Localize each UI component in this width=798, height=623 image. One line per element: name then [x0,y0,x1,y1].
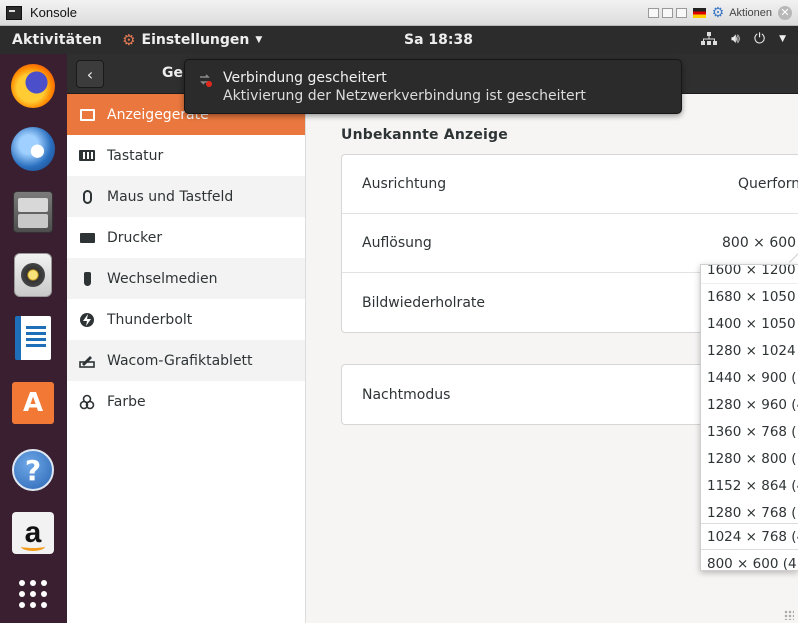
chevron-left-icon: ‹ [86,64,94,84]
notification-title: Verbindung gescheitert [223,70,387,86]
dock-item-writer[interactable] [11,316,55,360]
usb-icon [79,271,95,287]
power-icon: ⏻ [754,31,766,47]
display-icon [79,107,95,123]
sidebar-item-printers[interactable]: Drucker [67,217,305,258]
refresh-rate-label: Bildwiederholrate [362,294,485,311]
close-icon[interactable]: ✕ [778,5,792,20]
resolution-option-hover[interactable]: 1024 × 768 (4:3 [701,523,798,550]
orientation-row[interactable]: Ausrichtung Querforn [342,155,798,214]
clock[interactable]: Sa 18:38 [404,32,473,48]
resolution-dropdown[interactable]: 1600 × 1200 (4 1680 × 1050 (1 1400 × 105… [700,264,798,571]
sidebar-item-label: Thunderbolt [107,311,193,328]
color-icon [79,394,95,410]
sidebar-item-wacom[interactable]: Wacom-Grafiktablett [67,340,305,381]
orientation-label: Ausrichtung [362,176,447,192]
section-title: Unbekannte Anzeige [341,127,508,143]
dock-item-software[interactable]: A [11,381,55,425]
settings-window: ‹ Geräte Anzeigegeräte Tastatur Maus und… [67,54,798,623]
resolution-option[interactable]: 1280 × 800 (16 [701,445,798,472]
sidebar-item-color[interactable]: Farbe [67,381,305,422]
resolution-option[interactable]: 1440 × 900 (16 [701,364,798,391]
notification-banner[interactable]: Verbindung gescheitert Aktivierung der N… [184,59,682,114]
app-menu[interactable]: ⚙ Einstellungen ▼ [122,31,262,49]
resolution-option[interactable]: 1400 × 1050 (4 [701,310,798,337]
status-area[interactable]: 🔊︎ ⏻ ▼ [701,31,786,47]
maximize-icon[interactable] [675,7,687,18]
sidebar-item-removable-media[interactable]: Wechselmedien [67,258,305,299]
software-store-icon: A [12,382,54,424]
mouse-icon [79,189,95,205]
app-menu-label: Einstellungen [141,32,250,48]
sidebar-item-label: Farbe [107,393,146,410]
resize-grip[interactable] [784,610,794,620]
printer-icon [79,230,95,246]
resolution-option[interactable]: 1280 × 1024 (5 [701,337,798,364]
host-window-title: Konsole [30,5,77,20]
dock-item-thunderbird[interactable] [11,127,55,171]
resolution-option[interactable]: 1280 × 768 (16 [701,499,798,526]
sidebar-item-mouse[interactable]: Maus und Tastfeld [67,176,305,217]
resolution-option[interactable]: 1680 × 1050 (1 [701,283,798,310]
network-icon [701,32,718,45]
restore-icon[interactable] [661,7,673,18]
amazon-icon: a [12,512,54,554]
ubuntu-dock: A ? a [0,54,67,623]
resolution-option[interactable]: 1360 × 768 (16 [701,418,798,445]
dock-item-help[interactable]: ? [11,448,55,492]
thunderbird-icon [11,127,55,171]
resolution-option[interactable]: 1152 × 864 (4:3 [701,472,798,499]
host-window-controls: ⚙ Aktionen ✕ [647,5,798,20]
host-titlebar: Konsole ⚙ Aktionen ✕ [0,0,798,26]
chevron-down-icon: ▼ [779,34,786,44]
firefox-icon [11,64,55,108]
flag-icon [692,7,706,18]
gear-icon[interactable]: ⚙ [712,6,725,20]
app-grid-icon [17,578,49,610]
rhythmbox-icon [14,253,52,297]
thunderbolt-icon [79,312,95,328]
volume-icon: 🔊︎ [731,31,740,47]
minimize-icon[interactable] [647,7,659,18]
activities-button[interactable]: Aktivitäten [0,32,102,48]
sidebar-item-label: Drucker [107,229,163,246]
files-icon [13,191,53,233]
notification-body: Aktivierung der Netzwerkverbindung ist g… [223,88,586,104]
libreoffice-writer-icon [15,316,51,360]
dock-item-amazon[interactable]: a [11,511,55,555]
host-actions-menu[interactable]: Aktionen [729,7,772,19]
sidebar-item-keyboard[interactable]: Tastatur [67,135,305,176]
sidebar-item-label: Maus und Tastfeld [107,188,234,205]
network-error-icon [200,74,212,87]
help-icon: ? [12,449,54,491]
sidebar-item-thunderbolt[interactable]: Thunderbolt [67,299,305,340]
gnome-top-bar: Aktivitäten ⚙ Einstellungen ▼ Sa 18:38 🔊… [0,26,798,54]
night-light-label: Nachtmodus [362,386,451,403]
settings-app-icon: ⚙ [122,31,136,49]
show-applications-button[interactable] [11,572,55,616]
sidebar-item-label: Wacom-Grafiktablett [107,352,253,369]
sidebar-item-label: Wechselmedien [107,270,218,287]
tablet-icon [79,353,95,369]
dock-item-files[interactable] [11,190,55,234]
orientation-value: Querforn [738,176,798,192]
keyboard-icon [79,148,95,164]
sidebar-item-label: Tastatur [107,147,164,164]
sidebar: Anzeigegeräte Tastatur Maus und Tastfeld… [67,94,306,623]
resolution-value: 800 × 600 (4 [722,235,798,251]
resolution-label: Auflösung [362,235,432,251]
dock-item-firefox[interactable] [11,64,55,108]
resolution-option[interactable]: 800 × 600 (4:3 [701,550,798,571]
dock-item-rhythmbox[interactable] [11,253,55,297]
resolution-option[interactable]: 1280 × 960 (4:3 [701,391,798,418]
chevron-down-icon: ▼ [255,35,263,45]
back-button[interactable]: ‹ [76,60,104,88]
terminal-icon [6,5,22,20]
resolution-option[interactable]: 1600 × 1200 (4 [701,265,798,284]
